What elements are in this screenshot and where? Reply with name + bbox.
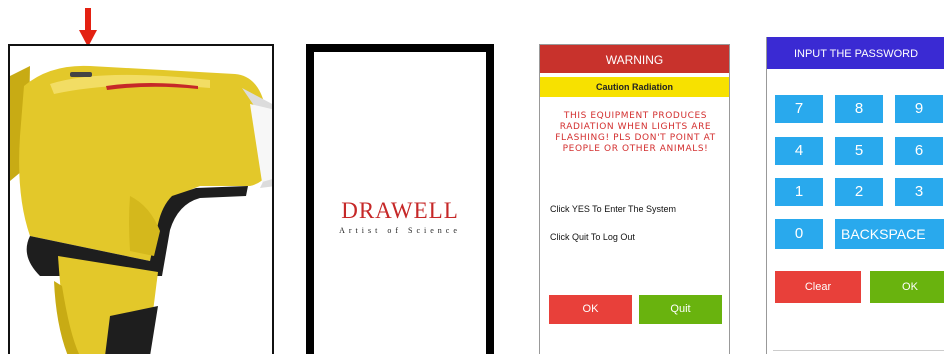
splash-screen-panel: DRAWELL Artist of Science bbox=[306, 44, 494, 354]
red-arrow-indicator bbox=[79, 8, 97, 47]
handheld-analyzer-illustration bbox=[10, 65, 272, 354]
brand-logo-text: DRAWELL bbox=[341, 198, 459, 223]
caution-banner: Caution Radiation bbox=[540, 77, 729, 97]
password-title: INPUT THE PASSWORD bbox=[767, 37, 944, 69]
key-4[interactable]: 4 bbox=[775, 137, 823, 165]
key-6[interactable]: 6 bbox=[895, 137, 943, 165]
warning-message-line: PEOPLE OR OTHER ANIMALS! bbox=[562, 144, 709, 154]
key-0[interactable]: 0 bbox=[775, 219, 823, 249]
warning-message-line: RADIATION WHEN LIGHTS ARE bbox=[559, 122, 712, 132]
backspace-key[interactable]: BACKSPACE bbox=[835, 219, 944, 249]
warning-message-line: FLASHING! PLS DON'T POINT AT bbox=[555, 133, 716, 143]
key-1[interactable]: 1 bbox=[775, 178, 823, 206]
brand-tagline: Artist of Science bbox=[339, 226, 461, 235]
instruction-quit: Click Quit To Log Out bbox=[550, 232, 635, 242]
radiation-warning-message: THIS EQUIPMENT PRODUCES RADIATION WHEN L… bbox=[548, 111, 723, 155]
key-2[interactable]: 2 bbox=[835, 178, 883, 206]
warning-title: WARNING bbox=[540, 45, 729, 73]
ok-button[interactable]: OK bbox=[549, 295, 632, 324]
divider bbox=[773, 350, 944, 351]
instruction-yes: Click YES To Enter The System bbox=[550, 204, 677, 214]
warning-screen-panel: WARNING Caution Radiation THIS EQUIPMENT… bbox=[539, 44, 730, 354]
key-7[interactable]: 7 bbox=[775, 95, 823, 123]
password-screen-panel: INPUT THE PASSWORD 7 8 9 4 5 6 1 2 3 0 B… bbox=[766, 37, 944, 354]
key-9[interactable]: 9 bbox=[895, 95, 943, 123]
clear-button[interactable]: Clear bbox=[775, 271, 861, 303]
quit-button[interactable]: Quit bbox=[639, 295, 722, 324]
device-image-panel bbox=[8, 44, 274, 354]
key-8[interactable]: 8 bbox=[835, 95, 883, 123]
key-3[interactable]: 3 bbox=[895, 178, 943, 206]
password-ok-button[interactable]: OK bbox=[870, 271, 944, 303]
key-5[interactable]: 5 bbox=[835, 137, 883, 165]
warning-message-line: THIS EQUIPMENT PRODUCES bbox=[563, 111, 708, 121]
